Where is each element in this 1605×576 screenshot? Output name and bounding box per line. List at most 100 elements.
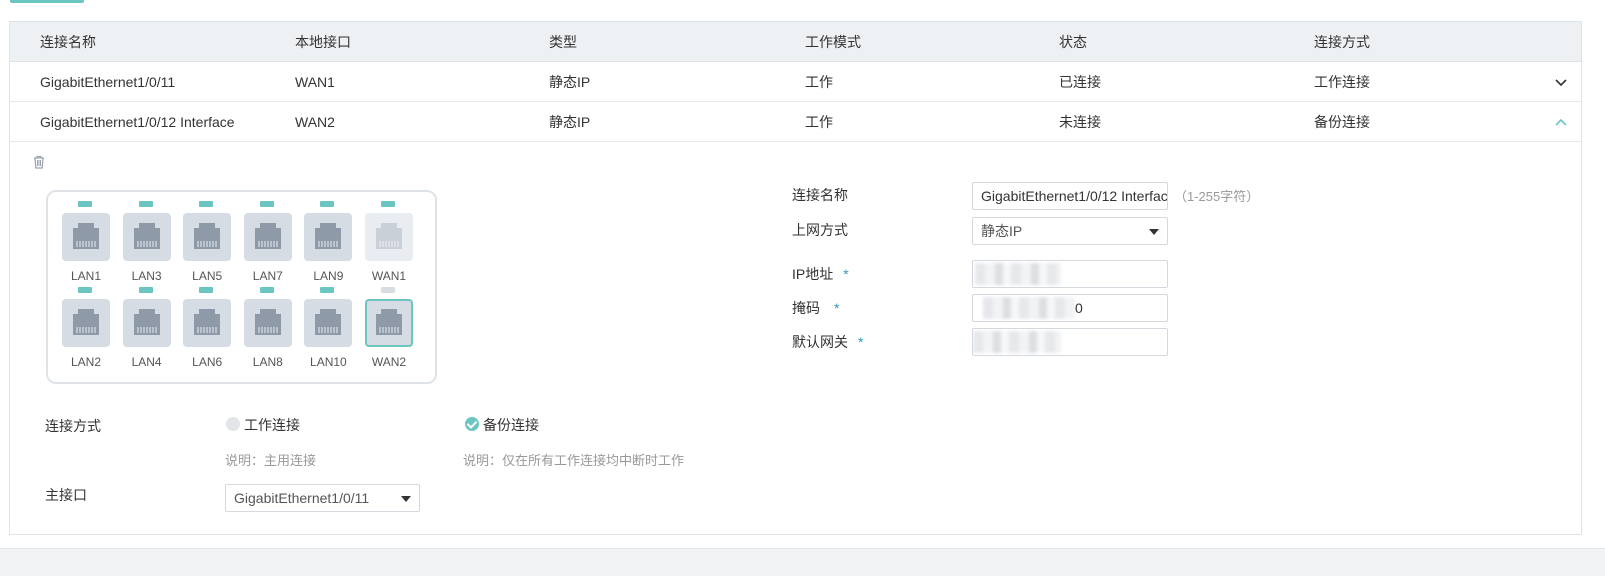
port-status-led <box>138 287 153 293</box>
mask-label-text: 掩码 <box>792 300 820 316</box>
ethernet-port-icon <box>122 213 171 261</box>
port-status-led <box>138 201 153 207</box>
ip-input[interactable] <box>972 260 1168 288</box>
row-conn-name: GigabitEthernet1/0/11 <box>40 74 176 90</box>
ethernet-port-icon <box>365 299 413 347</box>
conn-name-value: GigabitEthernet1/0/12 Interface <box>981 188 1168 204</box>
port-label: LAN5 <box>192 269 223 283</box>
footer-bar <box>0 548 1605 576</box>
caret-down-icon <box>1149 229 1159 235</box>
primary-interface-label: 主接口 <box>45 487 87 503</box>
gateway-label: 默认网关 * <box>792 332 863 352</box>
port-lan8[interactable]: LAN8 <box>243 287 296 369</box>
backup-connection-desc: 说明：仅在所有工作连接均中断时工作 <box>463 453 685 468</box>
port-label: LAN6 <box>192 355 223 369</box>
port-status-led <box>381 201 395 207</box>
row-status: 已连接 <box>1059 74 1101 90</box>
radio-work-connection[interactable] <box>226 417 240 431</box>
primary-interface-select[interactable]: GigabitEthernet1/0/11 <box>225 484 420 512</box>
row-iface: WAN2 <box>295 114 335 130</box>
gateway-input[interactable] <box>972 328 1168 356</box>
header-conn-name: 连接名称 <box>40 34 96 50</box>
redacted-mask <box>973 331 1061 353</box>
access-method-value: 静态IP <box>981 223 1023 239</box>
port-label: LAN10 <box>310 355 347 369</box>
port-status-led <box>320 201 335 207</box>
radio-backup-connection-label[interactable]: 备份连接 <box>483 415 539 435</box>
ethernet-port-icon <box>304 213 353 261</box>
mask-label: 掩码 * <box>792 298 839 318</box>
ip-label: IP地址 * <box>792 264 849 284</box>
ethernet-port-icon <box>365 213 413 261</box>
port-lan5[interactable]: LAN5 <box>183 201 235 283</box>
access-method-select[interactable]: 静态IP <box>972 217 1168 245</box>
primary-interface-value: GigabitEthernet1/0/11 <box>234 490 370 506</box>
conn-mode-label: 连接方式 <box>45 418 101 434</box>
port-label: WAN1 <box>371 269 407 283</box>
required-mark: * <box>843 266 849 282</box>
port-lan9[interactable]: LAN9 <box>304 201 356 283</box>
row-conn-method: 备份连接 <box>1314 114 1370 130</box>
top-tab-indicator <box>10 0 84 3</box>
header-local-iface: 本地接口 <box>295 34 351 50</box>
port-status-led <box>78 201 92 207</box>
row-mode: 工作 <box>805 74 833 90</box>
chevron-up-icon[interactable] <box>1553 114 1569 130</box>
port-lan3[interactable]: LAN3 <box>122 201 175 283</box>
header-status: 状态 <box>1059 34 1087 50</box>
table-row[interactable]: GigabitEthernet1/0/12 Interface WAN2 静态I… <box>10 102 1581 142</box>
ethernet-port-icon <box>243 213 292 261</box>
port-lan7[interactable]: LAN7 <box>243 201 296 283</box>
port-label: LAN7 <box>252 269 283 283</box>
header-type: 类型 <box>549 34 577 50</box>
conn-name-hint: （1-255字符） <box>1174 189 1260 204</box>
port-label: LAN8 <box>252 355 283 369</box>
port-status-led <box>320 287 335 293</box>
ip-label-text: IP地址 <box>792 266 834 282</box>
port-label: LAN4 <box>131 355 162 369</box>
ethernet-port-icon <box>62 299 110 347</box>
ethernet-port-icon <box>183 213 232 261</box>
table-row[interactable]: GigabitEthernet1/0/11 WAN1 静态IP 工作 已连接 工… <box>10 62 1581 102</box>
mask-input[interactable]: 0 <box>972 294 1168 322</box>
required-mark: * <box>834 300 840 316</box>
row-conn-method: 工作连接 <box>1314 74 1370 90</box>
port-status-led <box>259 201 274 207</box>
port-label: LAN3 <box>131 269 162 283</box>
port-label: LAN9 <box>313 269 344 283</box>
port-lan10[interactable]: LAN10 <box>304 287 356 369</box>
port-label: LAN1 <box>70 269 102 283</box>
port-lan4[interactable]: LAN4 <box>122 287 175 369</box>
trash-icon[interactable] <box>32 155 46 169</box>
row-status: 未连接 <box>1059 114 1101 130</box>
port-status-led <box>199 201 214 207</box>
chevron-down-icon[interactable] <box>1553 74 1569 90</box>
access-method-label: 上网方式 <box>792 222 848 238</box>
row-iface: WAN1 <box>295 74 335 90</box>
port-label: WAN2 <box>371 355 407 369</box>
port-lan2[interactable]: LAN2 <box>62 287 114 369</box>
port-status-led <box>259 287 274 293</box>
radio-backup-connection[interactable] <box>465 417 479 431</box>
mask-visible-suffix: 0 <box>1075 300 1083 316</box>
row-detail-panel: LAN1 LAN3 LAN5 LAN7 LAN9 WAN1 LAN2 LAN4 LAN6 LAN8… <box>10 143 1581 535</box>
row-type: 静态IP <box>549 114 591 130</box>
redacted-mask <box>975 263 1061 285</box>
port-label: LAN2 <box>70 355 102 369</box>
redacted-mask <box>983 297 1075 319</box>
port-lan1[interactable]: LAN1 <box>62 201 114 283</box>
port-lan6[interactable]: LAN6 <box>183 287 235 369</box>
port-status-led <box>381 287 395 293</box>
radio-work-connection-label[interactable]: 工作连接 <box>244 415 300 435</box>
port-status-led <box>78 287 92 293</box>
ethernet-port-icon <box>122 299 171 347</box>
row-conn-name: GigabitEthernet1/0/12 Interface <box>40 114 235 130</box>
ethernet-port-icon <box>62 213 110 261</box>
conn-name-input[interactable]: GigabitEthernet1/0/12 Interface <box>972 182 1168 210</box>
table-header: 连接名称 本地接口 类型 工作模式 状态 连接方式 <box>10 22 1581 62</box>
conn-name-label: 连接名称 <box>792 187 848 203</box>
port-panel: LAN1 LAN3 LAN5 LAN7 LAN9 WAN1 LAN2 LAN4 LAN6 LAN8… <box>46 190 437 384</box>
port-wan2[interactable]: WAN2 <box>365 287 417 369</box>
port-wan1[interactable]: WAN1 <box>365 201 417 283</box>
required-mark: * <box>858 334 864 350</box>
